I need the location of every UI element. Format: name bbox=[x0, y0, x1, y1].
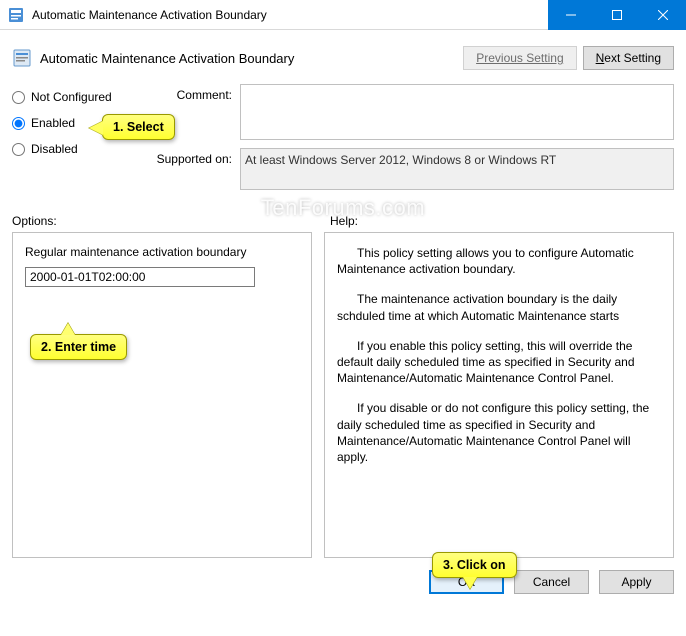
app-icon bbox=[8, 7, 24, 23]
apply-button[interactable]: Apply bbox=[599, 570, 674, 594]
close-button[interactable] bbox=[640, 0, 686, 30]
window-controls bbox=[548, 0, 686, 29]
radio-enabled-label: Enabled bbox=[31, 116, 75, 130]
annotation-enter-time: 2. Enter time bbox=[30, 334, 127, 360]
supported-on-value: At least Windows Server 2012, Windows 8 … bbox=[240, 148, 674, 190]
maximize-button[interactable] bbox=[594, 0, 640, 30]
window-title: Automatic Maintenance Activation Boundar… bbox=[32, 8, 548, 22]
previous-setting-button[interactable]: Previous Setting bbox=[463, 46, 576, 70]
radio-disabled-label: Disabled bbox=[31, 142, 78, 156]
options-panel: Regular maintenance activation boundary bbox=[12, 232, 312, 558]
minimize-button[interactable] bbox=[548, 0, 594, 30]
help-paragraph: The maintenance activation boundary is t… bbox=[337, 291, 661, 323]
option-field-label: Regular maintenance activation boundary bbox=[25, 245, 299, 259]
radio-not-configured[interactable]: Not Configured bbox=[12, 84, 152, 110]
annotation-click-on: 3. Click on bbox=[432, 552, 517, 578]
comment-textarea[interactable] bbox=[240, 84, 674, 140]
annotation-select: 1. Select bbox=[102, 114, 175, 140]
help-label: Help: bbox=[330, 214, 358, 228]
help-panel[interactable]: This policy setting allows you to config… bbox=[324, 232, 674, 558]
cancel-button[interactable]: Cancel bbox=[514, 570, 589, 594]
help-paragraph: If you disable or do not configure this … bbox=[337, 400, 661, 465]
title-bar: Automatic Maintenance Activation Boundar… bbox=[0, 0, 686, 30]
activation-boundary-input[interactable] bbox=[25, 267, 255, 287]
radio-disabled-input[interactable] bbox=[12, 143, 25, 156]
policy-icon bbox=[12, 48, 32, 68]
help-paragraph: If you enable this policy setting, this … bbox=[337, 338, 661, 387]
options-label: Options: bbox=[12, 214, 312, 228]
page-title: Automatic Maintenance Activation Boundar… bbox=[40, 51, 463, 66]
radio-not-configured-input[interactable] bbox=[12, 91, 25, 104]
radio-enabled-input[interactable] bbox=[12, 117, 25, 130]
radio-not-configured-label: Not Configured bbox=[31, 90, 112, 104]
header-row: Automatic Maintenance Activation Boundar… bbox=[12, 38, 674, 78]
dialog-buttons: OK Cancel Apply bbox=[12, 570, 674, 594]
state-radio-group: Not Configured Enabled Disabled bbox=[12, 84, 152, 198]
next-setting-button[interactable]: Next Setting bbox=[583, 46, 674, 70]
help-paragraph: This policy setting allows you to config… bbox=[337, 245, 661, 277]
supported-on-label: Supported on: bbox=[152, 148, 240, 190]
